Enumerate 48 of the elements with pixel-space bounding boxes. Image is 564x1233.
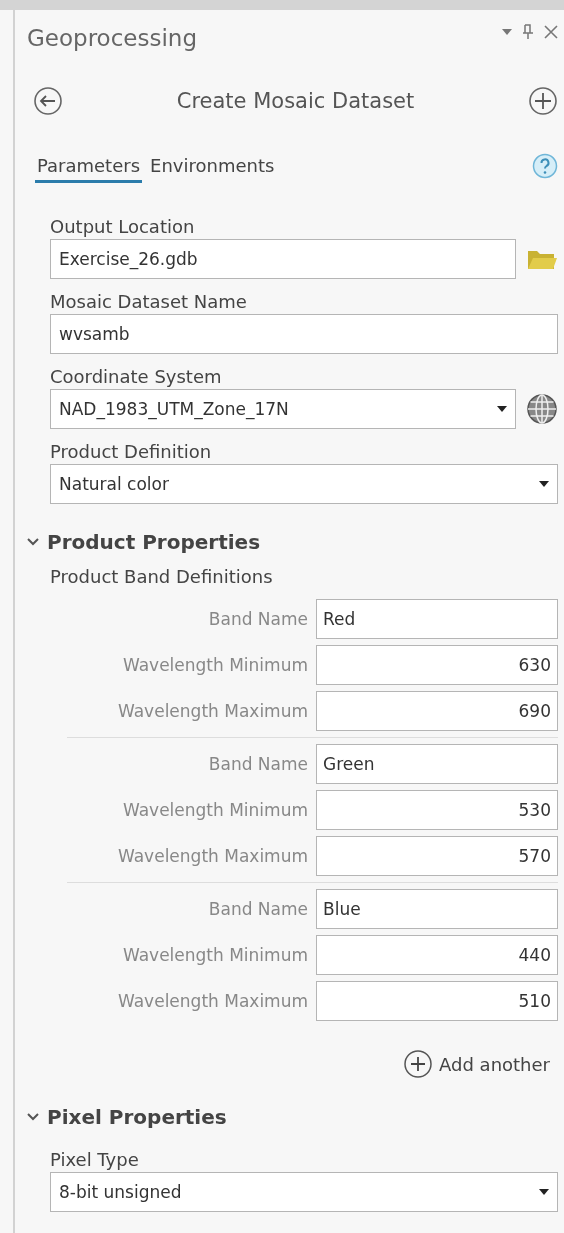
dropdown-field[interactable]: 8-bit unsigned: [50, 1172, 558, 1212]
dropdown-caret-icon: [539, 481, 549, 487]
panel-title: Geoprocessing: [27, 25, 197, 51]
dropdown-caret-icon: [497, 406, 507, 412]
field-label: Band Name: [207, 899, 308, 919]
pin-icon[interactable]: [522, 24, 534, 40]
close-icon[interactable]: [544, 25, 558, 39]
text-field[interactable]: Green: [316, 744, 558, 784]
chevron-icon: [27, 538, 39, 546]
tab[interactable]: Environments: [148, 149, 277, 183]
field-label: Wavelength Minimum: [121, 945, 308, 965]
add-icon[interactable]: [528, 86, 558, 116]
number-field[interactable]: 440: [316, 935, 558, 975]
group-heading: Product Band Definitions: [49, 566, 274, 587]
number-field[interactable]: 510: [316, 981, 558, 1021]
field-label: Pixel Type: [50, 1149, 140, 1170]
tab[interactable]: Parameters: [35, 149, 143, 183]
field-label: Coordinate System: [50, 366, 223, 387]
dropdown-caret-icon: [539, 1189, 549, 1195]
field-label: Wavelength Maximum: [117, 991, 308, 1011]
field-label: Output Location: [50, 216, 196, 237]
dropdown-caret-icon[interactable]: [502, 29, 512, 35]
help-icon[interactable]: [532, 153, 558, 179]
chevron-icon: [27, 1113, 39, 1121]
field-label: Product Definition: [50, 441, 213, 462]
dropdown-field[interactable]: Natural color: [50, 464, 558, 504]
text-field[interactable]: Blue: [316, 889, 558, 929]
section-header[interactable]: Pixel Properties: [27, 1105, 558, 1129]
text-field[interactable]: wvsamb: [50, 314, 558, 354]
field-label: Wavelength Minimum: [121, 655, 308, 675]
field-label: Mosaic Dataset Name: [50, 291, 248, 312]
number-field[interactable]: 630: [316, 645, 558, 685]
add-another-button[interactable]: Add another: [403, 1049, 550, 1079]
dropdown-field[interactable]: NAD_1983_UTM_Zone_17N: [50, 389, 516, 429]
number-field[interactable]: 690: [316, 691, 558, 731]
field-label: Band Name: [207, 609, 308, 629]
field-label: Wavelength Maximum: [117, 701, 308, 721]
add-icon: [403, 1049, 434, 1079]
field-label: Wavelength Minimum: [121, 800, 308, 820]
field-label: Wavelength Maximum: [117, 846, 308, 866]
number-field[interactable]: 570: [316, 836, 558, 876]
field-label: Band Name: [207, 754, 308, 774]
section-header[interactable]: Product Properties: [27, 530, 558, 554]
number-field[interactable]: 530: [316, 790, 558, 830]
text-field[interactable]: Exercise_26.gdb: [50, 239, 516, 279]
globe-icon[interactable]: [526, 393, 558, 425]
tool-title: Create Mosaic Dataset: [176, 89, 415, 113]
text-field[interactable]: Red: [316, 599, 558, 639]
